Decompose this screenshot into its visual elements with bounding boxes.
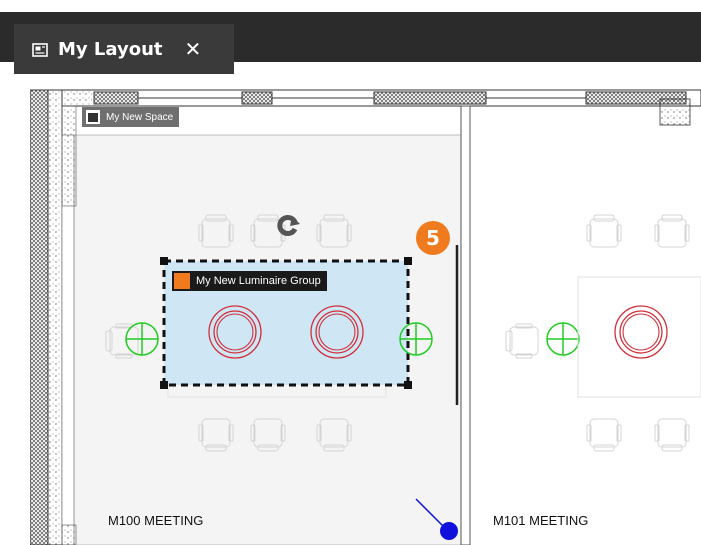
pivot-icon[interactable] [125,322,159,356]
luminaire-group-icon [174,273,190,289]
luminaire-group-tag[interactable]: My New Luminaire Group [172,271,327,291]
top-bar: My Layout ✕ [0,0,701,74]
close-icon[interactable]: ✕ [185,37,202,61]
room-label-m101: M101 MEETING [493,513,589,528]
luminaire-group-label: My New Luminaire Group [196,275,321,287]
tab-title: My Layout [58,38,163,60]
partition-wall [460,105,471,545]
floor-plan-canvas[interactable]: My New Space My New Luminaire Group 5 M1… [30,85,701,545]
floor-plan-drawing [30,89,701,545]
count-badge: 5 [416,221,450,255]
left-wall [30,89,49,545]
space-icon [86,110,100,124]
pivot-icon[interactable] [546,322,580,356]
drag-handle[interactable] [440,522,458,540]
tab-my-layout[interactable]: My Layout ✕ [14,24,234,74]
space-tag-label: My New Space [106,111,174,123]
space-tag[interactable]: My New Space [82,107,180,127]
room-label-m100: M100 MEETING [108,513,204,528]
tab-strip: My Layout ✕ [0,12,701,74]
pivot-icon[interactable] [399,322,433,356]
layout-icon [32,42,48,57]
